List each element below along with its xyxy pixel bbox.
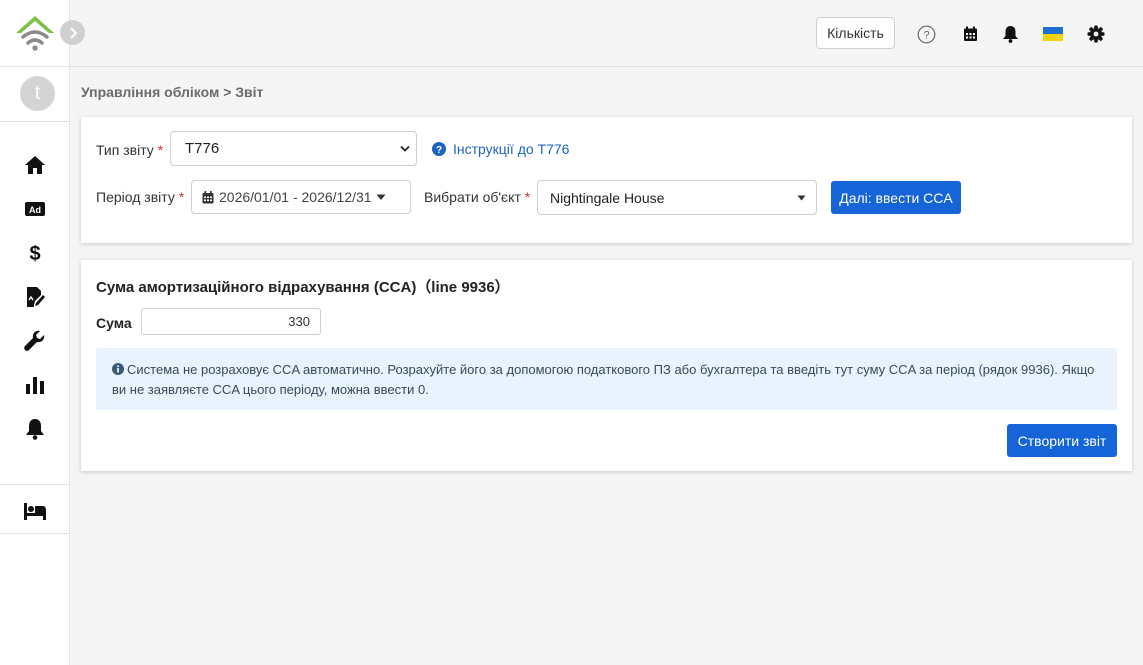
report-period-label: Період звіту * [96, 189, 184, 205]
svg-text:$: $ [29, 243, 40, 264]
object-select[interactable]: Nightingale House [537, 180, 817, 215]
topbar: Кількість ? [70, 0, 1143, 67]
cca-section-title: Сума амортизаційного відрахування (CCA)（… [96, 279, 510, 296]
home-icon[interactable] [23, 154, 47, 176]
required-marker: * [178, 189, 185, 205]
amount-input[interactable]: 330 [141, 308, 321, 335]
info-circle-icon [112, 363, 124, 375]
cca-card: Сума амортизаційного відрахування (CCA)（… [81, 260, 1132, 471]
report-type-value: T776 [185, 140, 220, 157]
next-enter-cca-button[interactable]: Далі: ввести CCA [831, 181, 961, 214]
avatar[interactable]: t [20, 76, 55, 111]
caret-down-icon [797, 195, 806, 201]
sidebar-divider [0, 121, 70, 122]
calendar-icon [202, 190, 214, 203]
svg-text:Ad: Ad [29, 205, 41, 215]
required-marker: * [157, 142, 164, 158]
instructions-link[interactable]: ? Інструкції до T776 [432, 141, 569, 157]
object-value: Nightingale House [550, 189, 665, 206]
amount-value: 330 [288, 314, 310, 329]
report-form-card: Тип звіту * T776 ? Інструкції до T776 Пе… [81, 117, 1132, 243]
question-circle-icon: ? [432, 142, 446, 156]
bell-icon[interactable] [23, 418, 47, 440]
cca-info-box: Система не розраховує CCA автоматично. Р… [96, 348, 1117, 410]
file-edit-icon[interactable] [23, 286, 47, 308]
object-label: Вибрати об'єкт * [424, 189, 530, 205]
chevron-down-icon [400, 145, 410, 152]
required-marker: * [524, 189, 531, 205]
notifications-bell-icon[interactable] [1000, 24, 1020, 44]
help-icon[interactable]: ? [916, 24, 936, 44]
report-period-label-text: Період звіту [96, 189, 175, 205]
sidebar-divider [0, 533, 70, 534]
caret-down-icon [376, 194, 386, 200]
amount-label: Сума [96, 315, 132, 331]
dollar-icon[interactable]: $ [23, 242, 47, 264]
period-picker[interactable]: 2026/01/01 - 2026/12/31 [191, 180, 411, 214]
cca-info-text: Система не розраховує CCA автоматично. Р… [112, 362, 1095, 397]
svg-text:?: ? [436, 145, 442, 156]
bed-icon[interactable] [23, 500, 47, 522]
bar-chart-icon[interactable] [23, 374, 47, 396]
breadcrumb: Управління обліком > Звіт [81, 84, 264, 100]
logo-icon[interactable] [14, 13, 56, 53]
sidebar: t Ad $ [0, 0, 70, 665]
instructions-link-text: Інструкції до T776 [453, 141, 570, 157]
svg-text:?: ? [923, 29, 929, 41]
report-type-label-text: Тип звіту [96, 142, 154, 158]
ukraine-flag-icon[interactable] [1043, 24, 1063, 44]
ad-icon[interactable]: Ad [23, 198, 47, 220]
sidebar-divider [0, 484, 70, 485]
calendar-icon[interactable] [960, 24, 980, 44]
create-report-button[interactable]: Створити звіт [1007, 424, 1117, 457]
quantity-button[interactable]: Кількість [816, 17, 895, 49]
collapse-sidebar-button[interactable] [60, 20, 85, 45]
report-type-label: Тип звіту * [96, 142, 163, 158]
gear-icon[interactable] [1086, 24, 1106, 44]
avatar-letter: t [34, 82, 41, 104]
object-label-text: Вибрати об'єкт [424, 189, 521, 205]
sidebar-divider [0, 66, 70, 67]
report-type-select[interactable]: T776 [170, 131, 417, 166]
chevron-right-icon [69, 26, 77, 39]
period-value: 2026/01/01 - 2026/12/31 [219, 189, 372, 205]
wrench-icon[interactable] [23, 330, 47, 352]
